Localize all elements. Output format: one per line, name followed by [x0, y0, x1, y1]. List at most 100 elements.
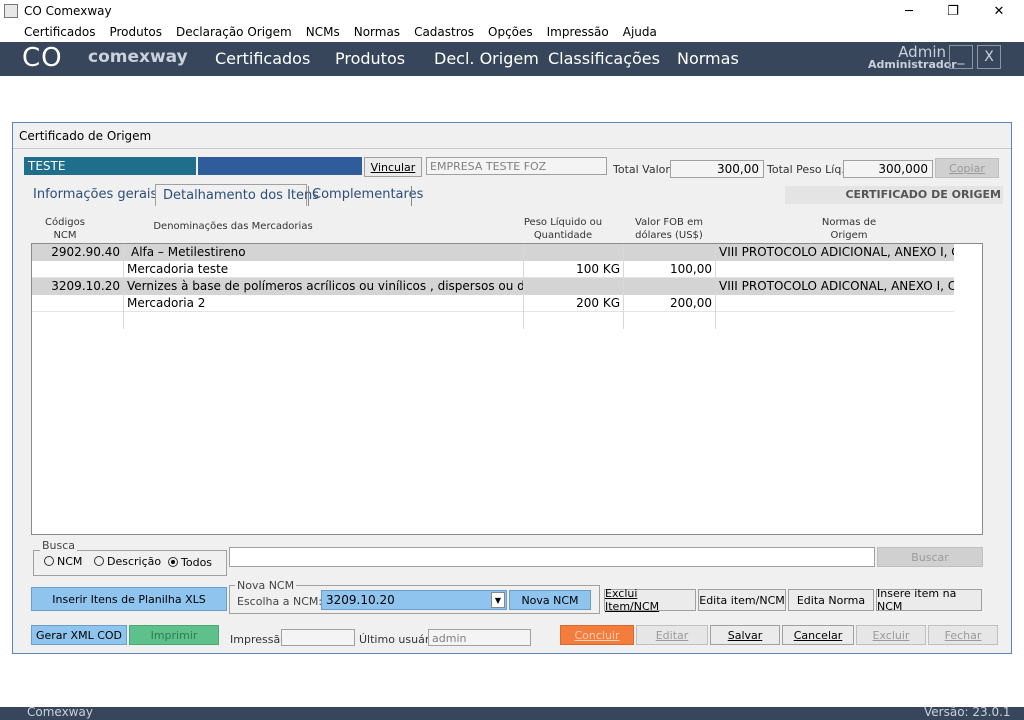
total-peso-field: 300,000 [843, 160, 933, 178]
table-row[interactable]: 2902.90.40 Alfa – Metilestireno VIII PRO… [32, 244, 954, 261]
status-bar: Comexway Versão: 23.0.1 [0, 705, 1024, 720]
header-denominacoes: Denominações das Mercadorias [153, 221, 313, 232]
radio-todos[interactable]: Todos [168, 556, 212, 569]
user-role: Administrador [868, 58, 957, 71]
cell-ncm [32, 312, 124, 329]
cell-norma [716, 295, 954, 312]
radio-ncm[interactable]: NCM [44, 555, 82, 568]
ncm-select-value: 3209.10.20 [326, 593, 395, 607]
menu-normas[interactable]: Normas [347, 22, 407, 42]
nav-close-button[interactable]: X [977, 45, 1001, 69]
cell-valor [624, 278, 716, 295]
certificate-secondary-field[interactable] [198, 157, 362, 175]
certificate-code-field[interactable]: TESTE [24, 157, 196, 175]
total-valor-label: Total Valor [613, 163, 670, 176]
nav-bar: CO comexway Certificados Produtos Decl. … [0, 42, 1024, 76]
cell-valor [624, 312, 716, 329]
header-codigos: Códigos [45, 217, 85, 228]
radio-todos-label: Todos [181, 556, 213, 569]
insere-item-button[interactable]: Insere item na NCM [876, 587, 982, 613]
header-normas-1: Normas de [821, 217, 877, 228]
busca-input[interactable] [229, 547, 875, 567]
logo-name: comexway [88, 47, 188, 67]
menu-ajuda[interactable]: Ajuda [616, 22, 664, 42]
nav-classificacoes[interactable]: Classificações [548, 49, 660, 68]
menu-produtos[interactable]: Produtos [102, 22, 169, 42]
menu-cadastros[interactable]: Cadastros [407, 22, 481, 42]
radio-todos-icon[interactable] [168, 557, 178, 567]
radio-descricao-icon[interactable] [94, 556, 104, 566]
total-peso-label: Total Peso Líq. [767, 163, 845, 176]
nav-certificados[interactable]: Certificados [215, 49, 310, 68]
inserir-xls-button[interactable]: Inserir Itens de Planilha XLS [31, 587, 227, 611]
menu-opcoes[interactable]: Opções [481, 22, 540, 42]
cell-desc: Vernizes à base de polímeros acrílicos o… [124, 278, 524, 295]
table-row[interactable]: Mercadoria teste 100 KG 100,00 [32, 261, 954, 278]
nav-produtos[interactable]: Produtos [335, 49, 405, 68]
ncm-select[interactable]: 3209.10.20 [321, 590, 507, 610]
tab-divider [308, 186, 309, 206]
editar-button[interactable]: Editar [636, 625, 708, 645]
excluir-button[interactable]: Excluir [856, 625, 926, 645]
tab-detalhamento-itens[interactable]: Detalhamento dos Itens [163, 188, 319, 203]
fechar-button[interactable]: Fechar [928, 625, 998, 645]
radio-descricao[interactable]: Descrição [94, 555, 161, 568]
items-grid[interactable]: 2902.90.40 Alfa – Metilestireno VIII PRO… [31, 243, 983, 535]
empresa-field: EMPRESA TESTE FOZ [426, 157, 607, 175]
header-peso-1: Peso Líquido ou [523, 217, 603, 228]
gerar-xml-button[interactable]: Gerar XML COD [31, 625, 127, 645]
menu-ncms[interactable]: NCMs [299, 22, 347, 42]
cell-ncm: 2902.90.40 [32, 244, 124, 261]
cell-desc: Alfa – Metilestireno [124, 244, 524, 261]
concluir-button[interactable]: Concluir [560, 625, 634, 645]
cell-peso: 200 KG [524, 295, 624, 312]
footer-version: Versão: 23.0.1 [924, 705, 1011, 719]
cell-valor: 200,00 [624, 295, 716, 312]
table-row[interactable]: 3209.10.20 Vernizes à base de polímeros … [32, 278, 954, 295]
minimize-icon[interactable]: ─ [886, 0, 932, 22]
tab-informacoes-gerais[interactable]: Informações gerais [33, 187, 157, 202]
buscar-button[interactable]: Buscar [877, 547, 983, 567]
edita-norma-button[interactable]: Edita Norma [788, 589, 874, 611]
cell-ncm [32, 261, 124, 278]
cell-desc: Mercadoria 2 [124, 295, 524, 312]
cell-peso [524, 244, 624, 261]
radio-ncm-icon[interactable] [44, 556, 54, 566]
ultimo-usuario-field: admin [428, 629, 531, 646]
cell-peso [524, 312, 624, 329]
impressao-field [281, 629, 355, 646]
cell-norma [716, 312, 954, 329]
nav-decl-origem[interactable]: Decl. Origem [434, 49, 539, 68]
copiar-button[interactable]: Copiar [935, 158, 999, 178]
salvar-button[interactable]: Salvar [710, 625, 780, 645]
cell-desc [124, 312, 524, 329]
exclui-item-button[interactable]: Exclui Item/NCM [604, 587, 696, 613]
nav-minimize-button[interactable]: _ [949, 45, 973, 69]
vincular-button[interactable]: Vincular [364, 157, 422, 177]
menu-declaracao-origem[interactable]: Declaração Origem [169, 22, 299, 42]
nova-ncm-label: Nova NCM [235, 579, 297, 592]
certificate-window: Certificado de Origem TESTE Vincular EMP… [12, 122, 1012, 654]
maximize-icon[interactable]: ❐ [930, 0, 976, 22]
radio-descricao-label: Descrição [107, 555, 162, 568]
table-row[interactable]: Mercadoria 2 200 KG 200,00 [32, 295, 954, 312]
edita-item-button[interactable]: Edita item/NCM [698, 589, 786, 611]
tab-complementares[interactable]: Complementares [312, 187, 423, 202]
busca-label: Busca [40, 539, 78, 552]
close-icon[interactable]: ✕ [976, 0, 1022, 22]
cell-peso [524, 278, 624, 295]
menu-impressao[interactable]: Impressão [540, 22, 616, 42]
imprimir-button[interactable]: Imprimir [129, 625, 219, 645]
cancelar-button[interactable]: Cancelar [782, 625, 854, 645]
header-normas-2: Origem [830, 230, 868, 241]
nav-normas[interactable]: Normas [677, 49, 739, 68]
certificate-banner: CERTIFICADO DE ORIGEM [785, 186, 1003, 204]
radio-ncm-label: NCM [57, 555, 83, 568]
cell-ncm: 3209.10.20 [32, 278, 124, 295]
nova-ncm-button[interactable]: Nova NCM [509, 590, 591, 610]
menu-certificados[interactable]: Certificados [0, 22, 102, 42]
chevron-down-icon[interactable]: ▼ [491, 592, 505, 608]
header-valor-1: Valor FOB em [635, 217, 703, 228]
table-row[interactable] [32, 312, 954, 329]
cell-peso: 100 KG [524, 261, 624, 278]
